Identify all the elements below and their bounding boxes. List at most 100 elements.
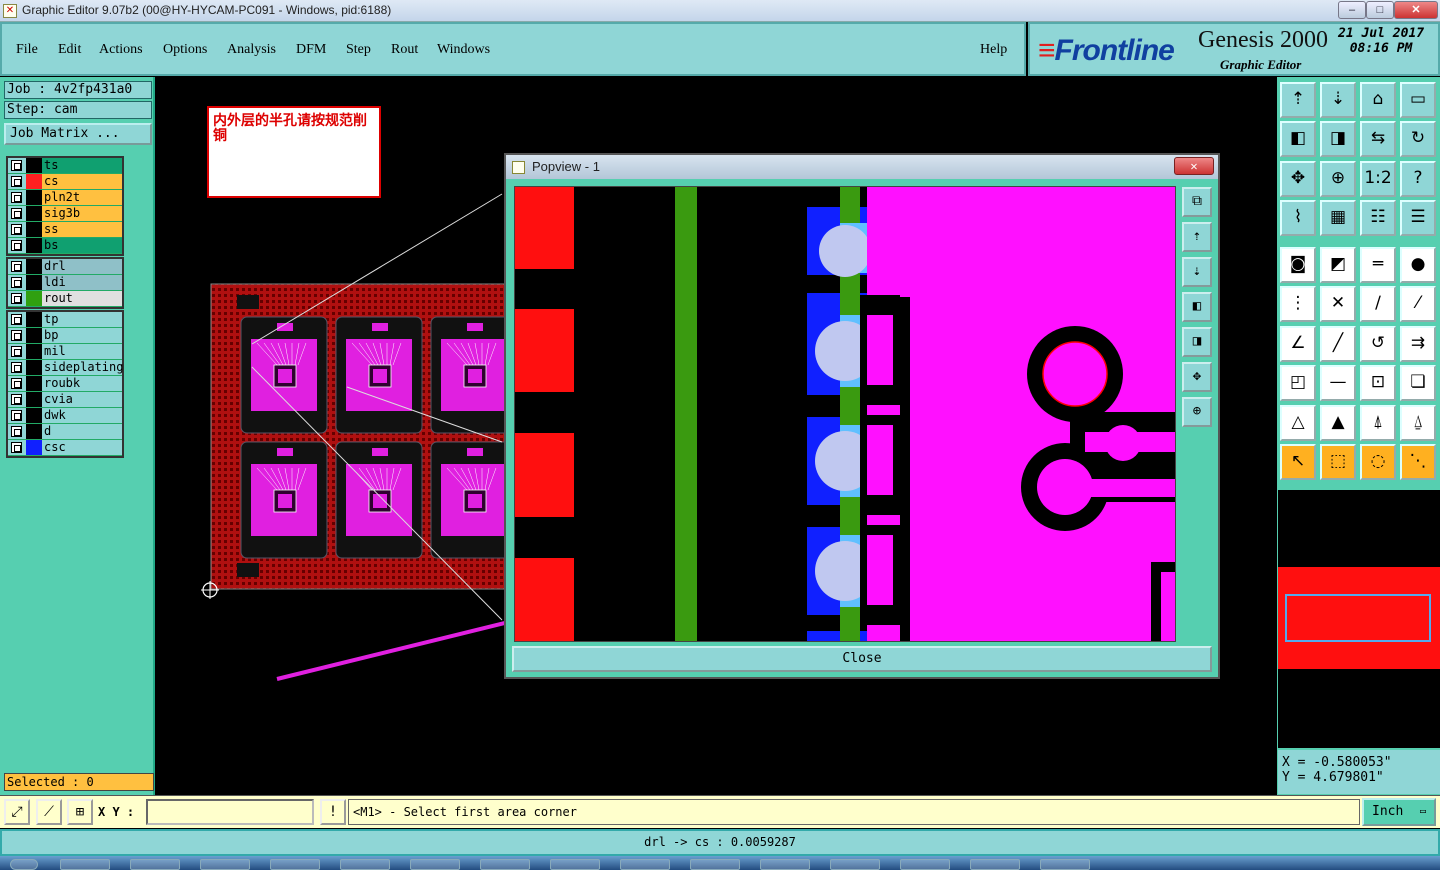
layer-color-swatch[interactable] bbox=[26, 408, 42, 423]
layer-row-bp[interactable]: bp bbox=[8, 328, 122, 344]
layer-checkbox[interactable] bbox=[11, 378, 22, 389]
taskbar-item[interactable] bbox=[200, 859, 250, 870]
taskbar-item[interactable] bbox=[550, 859, 600, 870]
layer-checkbox[interactable] bbox=[11, 410, 22, 421]
arc-icon[interactable]: ↺ bbox=[1360, 326, 1396, 362]
layer-checkbox[interactable] bbox=[11, 314, 22, 325]
warning-icon[interactable]: ! bbox=[320, 799, 346, 825]
mirror-icon[interactable]: ⇆ bbox=[1360, 121, 1396, 157]
layer-name[interactable]: sig3b bbox=[42, 206, 122, 221]
layer-name[interactable]: bs bbox=[42, 238, 122, 253]
job-matrix-button[interactable]: Job Matrix ... bbox=[4, 123, 152, 145]
layer-checkbox[interactable] bbox=[11, 346, 22, 357]
layer-name[interactable]: ldi bbox=[42, 275, 122, 290]
layer-name[interactable]: cvia bbox=[42, 392, 122, 407]
triangle-b-icon[interactable]: ⍙ bbox=[1400, 405, 1436, 441]
layer-color-swatch[interactable] bbox=[26, 344, 42, 359]
layer-name[interactable]: ts bbox=[42, 158, 122, 173]
layer-checkbox[interactable] bbox=[11, 330, 22, 341]
layer-color-swatch[interactable] bbox=[26, 190, 42, 205]
zoom-box-icon[interactable]: ⤢ bbox=[4, 799, 30, 825]
line-node-alt-icon[interactable]: ⁄ bbox=[1400, 286, 1436, 322]
zoom-center-icon[interactable]: ⊕ bbox=[1320, 161, 1356, 197]
taskbar-item[interactable] bbox=[760, 859, 810, 870]
triangle-up-icon[interactable]: ▲ bbox=[1320, 405, 1356, 441]
layer-color-swatch[interactable] bbox=[26, 206, 42, 221]
layer-color-swatch[interactable] bbox=[26, 259, 42, 274]
select-net-icon[interactable]: ⋱ bbox=[1400, 444, 1436, 480]
select-box-icon[interactable]: ⬚ bbox=[1320, 444, 1356, 480]
layer-color-swatch[interactable] bbox=[26, 174, 42, 189]
mini-overview[interactable] bbox=[1278, 490, 1440, 748]
shapes-icon[interactable]: ❏ bbox=[1400, 365, 1436, 401]
taskbar-item[interactable] bbox=[130, 859, 180, 870]
snap-toggle-icon[interactable]: ⟋ bbox=[36, 799, 62, 825]
taskbar-item[interactable] bbox=[480, 859, 530, 870]
layer-checkbox[interactable] bbox=[11, 160, 22, 171]
triangle-a-icon[interactable]: ⍋ bbox=[1360, 405, 1396, 441]
layer-color-swatch[interactable] bbox=[26, 424, 42, 439]
layer-name[interactable]: roubk bbox=[42, 376, 122, 391]
popview-zoom-in-button[interactable]: ⊕ bbox=[1182, 397, 1212, 427]
xy-input[interactable] bbox=[146, 799, 314, 825]
shape-icon[interactable]: ◩ bbox=[1320, 247, 1356, 283]
popview-close-x-button[interactable]: ✕ bbox=[1174, 157, 1214, 175]
layer-color-swatch[interactable] bbox=[26, 440, 42, 455]
menu-rout[interactable]: Rout bbox=[391, 42, 418, 58]
layer-row-sideplating[interactable]: sideplating bbox=[8, 360, 123, 376]
layer-row-pln2t[interactable]: pln2t bbox=[8, 190, 122, 206]
layer-name[interactable]: sideplating bbox=[42, 360, 123, 375]
cross-icon[interactable]: ✕ bbox=[1320, 286, 1356, 322]
move-up-icon[interactable]: ⇡ bbox=[1280, 82, 1316, 118]
taskbar-item[interactable] bbox=[1040, 859, 1090, 870]
popview-fit-button[interactable]: ⧉ bbox=[1182, 187, 1212, 217]
layer-checkbox[interactable] bbox=[11, 192, 22, 203]
taskbar-item[interactable] bbox=[900, 859, 950, 870]
layer-row-roubk[interactable]: roubk bbox=[8, 376, 122, 392]
layer-color-swatch[interactable] bbox=[26, 222, 42, 237]
layer-row-cs[interactable]: cs bbox=[8, 174, 122, 190]
frame-icon[interactable]: ⊡ bbox=[1360, 365, 1396, 401]
triangle-icon[interactable]: △ bbox=[1280, 405, 1316, 441]
layer-checkbox[interactable] bbox=[11, 176, 22, 187]
menu-windows[interactable]: Windows bbox=[437, 42, 490, 58]
layer-checkbox[interactable] bbox=[11, 277, 22, 288]
layer-checkbox[interactable] bbox=[11, 426, 22, 437]
layer-row-tp[interactable]: tp bbox=[8, 312, 122, 328]
pan-right-icon[interactable]: ◨ bbox=[1320, 121, 1356, 157]
taskbar-item[interactable] bbox=[970, 859, 1020, 870]
layer-name[interactable]: bp bbox=[42, 328, 122, 343]
layer-row-drl[interactable]: drl bbox=[8, 259, 122, 275]
diagonal-icon[interactable]: ╱ bbox=[1320, 326, 1356, 362]
layer-name[interactable]: pln2t bbox=[42, 190, 122, 205]
taskbar-item[interactable] bbox=[690, 859, 740, 870]
menu-file[interactable]: File bbox=[16, 42, 38, 58]
minimize-button[interactable]: – bbox=[1338, 1, 1366, 19]
pad-icon[interactable]: ◙ bbox=[1280, 247, 1316, 283]
layer-name[interactable]: rout bbox=[42, 291, 122, 306]
popview-close-button[interactable]: Close bbox=[512, 646, 1212, 672]
layer-row-ldi[interactable]: ldi bbox=[8, 275, 122, 291]
start-button[interactable] bbox=[10, 859, 38, 870]
split-icon[interactable]: ⇉ bbox=[1400, 326, 1436, 362]
connect-icon[interactable]: ⋮ bbox=[1280, 286, 1316, 322]
layer-row-d[interactable]: d bbox=[8, 424, 122, 440]
taskbar-item[interactable] bbox=[830, 859, 880, 870]
select-circle-icon[interactable]: ◌ bbox=[1360, 444, 1396, 480]
layer-row-dwk[interactable]: dwk bbox=[8, 408, 122, 424]
menu-actions[interactable]: Actions bbox=[99, 42, 143, 58]
circle-icon[interactable]: ● bbox=[1400, 247, 1436, 283]
window-icon[interactable]: ▭ bbox=[1400, 82, 1436, 118]
popview-pan-left-button[interactable]: ◧ bbox=[1182, 292, 1212, 322]
layer-color-swatch[interactable] bbox=[26, 158, 42, 173]
move-down-icon[interactable]: ⇣ bbox=[1320, 82, 1356, 118]
popview-pan-up-button[interactable]: ⇡ bbox=[1182, 222, 1212, 252]
layer-checkbox[interactable] bbox=[11, 293, 22, 304]
layer-name[interactable]: drl bbox=[42, 259, 122, 274]
select-icon[interactable]: ↖ bbox=[1280, 444, 1316, 480]
layer-row-sig3b[interactable]: sig3b bbox=[8, 206, 122, 222]
layer-name[interactable]: tp bbox=[42, 312, 122, 327]
pan-left-icon[interactable]: ◧ bbox=[1280, 121, 1316, 157]
taskbar-item[interactable] bbox=[60, 859, 110, 870]
layer-checkbox[interactable] bbox=[11, 208, 22, 219]
